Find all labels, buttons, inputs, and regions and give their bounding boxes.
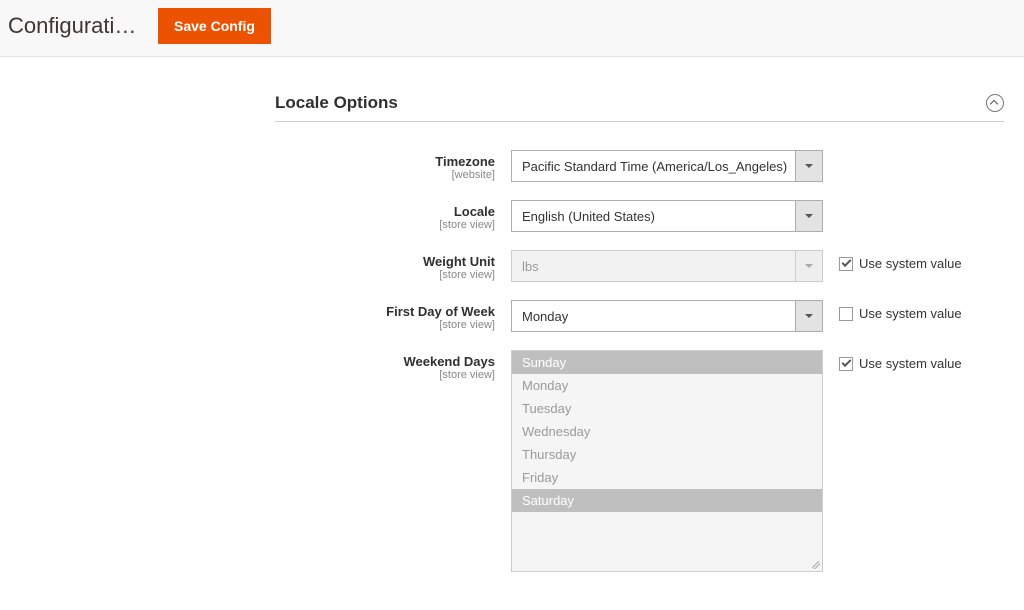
select-value: Pacific Standard Time (America/Los_Angel… <box>511 150 823 182</box>
multiselect-option: Tuesday <box>512 397 822 420</box>
multiselect-option: Monday <box>512 374 822 397</box>
field-scope: [website] <box>275 169 495 181</box>
chevron-down-icon <box>795 300 823 332</box>
content-area: Locale Options Timezone [website] Pacifi… <box>0 57 1024 610</box>
label-col: First Day of Week [store view] <box>275 300 511 331</box>
label-col: Locale [store view] <box>275 200 511 231</box>
weight-unit-select: lbs <box>511 250 823 282</box>
field-label: Weight Unit <box>423 254 495 269</box>
field-scope: [store view] <box>275 369 495 381</box>
timezone-select[interactable]: Pacific Standard Time (America/Los_Angel… <box>511 150 823 182</box>
control-col: Pacific Standard Time (America/Los_Angel… <box>511 150 823 182</box>
use-system-wrap: Use system value <box>823 250 962 271</box>
field-scope: [store view] <box>275 319 495 331</box>
save-config-button[interactable]: Save Config <box>158 8 271 44</box>
section-title: Locale Options <box>275 93 398 113</box>
weekend-days-multiselect: SundayMondayTuesdayWednesdayThursdayFrid… <box>511 350 823 572</box>
select-value: English (United States) <box>511 200 823 232</box>
section-header-locale-options[interactable]: Locale Options <box>275 93 1004 122</box>
use-system-checkbox-weekend-days[interactable] <box>839 357 853 371</box>
multiselect-option: Sunday <box>512 351 822 374</box>
use-system-wrap: Use system value <box>823 350 962 371</box>
control-col: SundayMondayTuesdayWednesdayThursdayFrid… <box>511 350 823 572</box>
label-col: Timezone [website] <box>275 150 511 181</box>
field-label: Weekend Days <box>403 354 495 369</box>
select-value: Monday <box>511 300 823 332</box>
field-label: Timezone <box>435 154 495 169</box>
chevron-down-icon <box>795 250 823 282</box>
field-label: Locale <box>454 204 495 219</box>
use-system-label[interactable]: Use system value <box>859 256 962 271</box>
field-scope: [store view] <box>275 219 495 231</box>
field-first-day-of-week: First Day of Week [store view] Monday Us… <box>275 300 1004 332</box>
page-header: Configuration Save Config <box>0 0 1024 57</box>
control-col: English (United States) <box>511 200 823 232</box>
field-locale: Locale [store view] English (United Stat… <box>275 200 1004 232</box>
use-system-checkbox-weight-unit[interactable] <box>839 257 853 271</box>
use-system-label[interactable]: Use system value <box>859 356 962 371</box>
multiselect-option: Friday <box>512 466 822 489</box>
multiselect-option: Thursday <box>512 443 822 466</box>
page-title: Configuration <box>8 13 138 39</box>
label-col: Weekend Days [store view] <box>275 350 511 381</box>
locale-select[interactable]: English (United States) <box>511 200 823 232</box>
field-timezone: Timezone [website] Pacific Standard Time… <box>275 150 1004 182</box>
field-weight-unit: Weight Unit [store view] lbs Use system … <box>275 250 1004 282</box>
control-col: lbs <box>511 250 823 282</box>
label-col: Weight Unit [store view] <box>275 250 511 281</box>
first-day-select[interactable]: Monday <box>511 300 823 332</box>
chevron-down-icon <box>795 200 823 232</box>
use-system-label[interactable]: Use system value <box>859 306 962 321</box>
control-col: Monday <box>511 300 823 332</box>
multiselect-option: Wednesday <box>512 420 822 443</box>
chevron-down-icon <box>795 150 823 182</box>
multiselect-option: Saturday <box>512 489 822 512</box>
collapse-icon[interactable] <box>986 94 1004 112</box>
field-scope: [store view] <box>275 269 495 281</box>
field-weekend-days: Weekend Days [store view] SundayMondayTu… <box>275 350 1004 572</box>
field-label: First Day of Week <box>386 304 495 319</box>
use-system-checkbox-first-day[interactable] <box>839 307 853 321</box>
use-system-wrap: Use system value <box>823 300 962 321</box>
select-value: lbs <box>511 250 823 282</box>
